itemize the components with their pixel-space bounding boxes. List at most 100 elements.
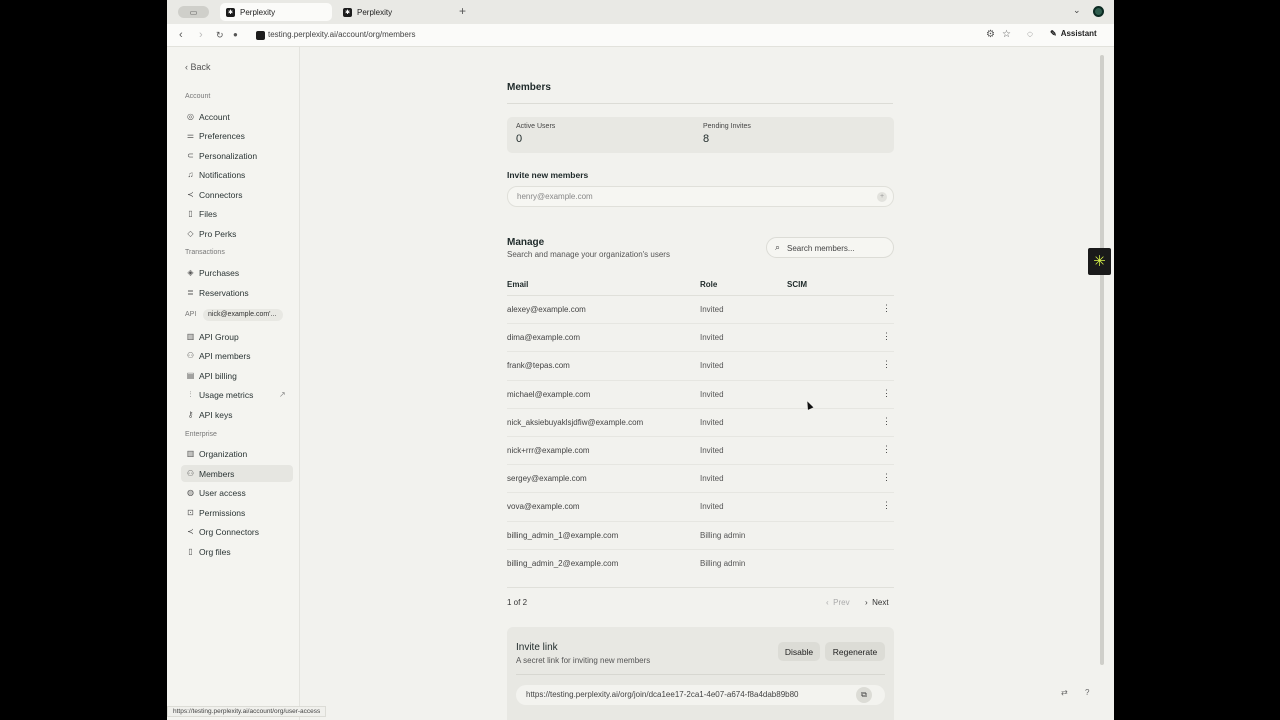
members-page: Members Active Users 0 Pending Invites 8…: [507, 47, 894, 720]
table-row: nick+rrr@example.com Invited ⋮: [507, 437, 894, 466]
perplexity-sparkle-icon[interactable]: ✳: [1088, 248, 1111, 275]
more-options-icon[interactable]: ⋮: [882, 472, 891, 483]
new-tab-icon[interactable]: +: [459, 4, 466, 18]
sidebar-item-permissions[interactable]: ⊡ Permissions: [181, 504, 293, 521]
section-label-transactions: Transactions: [185, 249, 225, 256]
page-title: Members: [507, 82, 551, 93]
invite-link-card: Invite link A secret link for inviting n…: [507, 627, 894, 720]
sidebar-item-pro-perks[interactable]: ◇ Pro Perks: [181, 225, 293, 242]
sidebar-item-connectors[interactable]: ≺ Connectors: [181, 186, 293, 203]
regenerate-button[interactable]: Regenerate: [825, 642, 885, 661]
sidebar-item-personalization[interactable]: ⊂ Personalization: [181, 147, 293, 164]
more-options-icon[interactable]: ⋮: [882, 303, 891, 314]
sidebar-item-reservations[interactable]: ≣ Reservations: [181, 284, 293, 301]
section-label-account: Account: [185, 93, 211, 100]
more-options-icon[interactable]: ⋮: [882, 331, 891, 342]
prev-label: Prev: [833, 598, 850, 607]
sidebar-item-org-files[interactable]: ▯ Org files: [181, 543, 293, 560]
sidebar-item-label: API keys: [199, 409, 233, 420]
site-info-icon[interactable]: [256, 31, 265, 40]
sidebar-item-api-group[interactable]: ▥ API Group: [181, 328, 293, 345]
table-row: sergey@example.com Invited ⋮: [507, 465, 894, 494]
page-indicator: 1 of 2: [507, 598, 528, 607]
members-table: alexey@example.com Invited ⋮ dima@example.…: [507, 296, 894, 578]
perplexity-favicon-icon: ✱: [226, 7, 235, 17]
chevron-down-icon[interactable]: ⌄: [1073, 5, 1081, 16]
table-row: alexey@example.com Invited ⋮: [507, 296, 894, 325]
tab-perplexity-active[interactable]: ✱ Perplexity: [220, 3, 332, 21]
sidebar-item-api-members[interactable]: ⚇ API members: [181, 347, 293, 364]
invite-link-subtitle: A secret link for inviting new members: [516, 656, 651, 665]
sidebar-item-api-billing[interactable]: ▤ API billing: [181, 367, 293, 384]
assistant-label: Assistant: [1060, 29, 1097, 38]
sliders-icon: ⚌: [186, 131, 195, 140]
tab-label: Perplexity: [240, 7, 276, 17]
tab-perplexity[interactable]: ✱ Perplexity: [337, 3, 447, 21]
more-options-icon[interactable]: ⋮: [882, 359, 891, 370]
sidebar-item-preferences[interactable]: ⚌ Preferences: [181, 127, 293, 144]
sidebar-item-account[interactable]: ◎ Account: [181, 108, 293, 125]
sidebar-item-purchases[interactable]: ◈ Purchases: [181, 264, 293, 281]
chevron-left-icon: ‹: [826, 598, 829, 607]
assistant-icon: ✎: [1050, 29, 1057, 38]
scrollbar[interactable]: [1100, 55, 1104, 665]
sidebar-item-label: Reservations: [199, 287, 249, 298]
invite-link-field[interactable]: https://testing.perplexity.ai/org/join/d…: [516, 685, 885, 705]
next-page-button[interactable]: › Next: [865, 598, 889, 607]
table-row: billing_admin_2@example.com Billing admin: [507, 550, 894, 578]
sidebar-item-label: API Group: [199, 331, 239, 342]
sidebar-item-user-access[interactable]: ◍ User access: [181, 484, 293, 501]
tune-icon[interactable]: ⚙: [986, 29, 995, 40]
reload-icon[interactable]: ↻: [216, 29, 224, 41]
chart-icon: ⫶: [189, 389, 192, 399]
microphone-icon[interactable]: ●: [233, 29, 238, 41]
sidebar-item-files[interactable]: ▯ Files: [181, 205, 293, 222]
sidebar-item-api-keys[interactable]: ⚷ API keys: [181, 406, 293, 423]
member-email: billing_admin_2@example.com: [507, 558, 619, 568]
star-icon[interactable]: ☆: [1002, 29, 1011, 40]
member-email: sergey@example.com: [507, 474, 587, 484]
more-options-icon[interactable]: ⋮: [882, 388, 891, 399]
address-bar[interactable]: testing.perplexity.ai/account/org/member…: [268, 30, 415, 39]
assistant-button[interactable]: ✎ Assistant: [1050, 29, 1097, 38]
disable-button[interactable]: Disable: [778, 642, 820, 661]
member-role: Invited: [700, 445, 724, 455]
more-options-icon[interactable]: ⋮: [882, 500, 891, 511]
forward-arrow-icon[interactable]: ›: [199, 29, 203, 41]
copy-link-icon[interactable]: ⧉: [856, 687, 872, 703]
settings-sidebar: ‹ Back Account ◎ Account ⚌ Preferences ⊂ Pe…: [167, 47, 300, 720]
sidebar-item-label: Permissions: [199, 507, 246, 518]
more-options-icon[interactable]: ⋮: [882, 416, 891, 427]
sidebar-item-notifications[interactable]: ♫ Notifications: [181, 166, 293, 183]
member-stats-card: Active Users 0 Pending Invites 8: [507, 117, 894, 153]
sidebar-item-label: Personalization: [199, 150, 258, 161]
invite-email-input[interactable]: [507, 186, 894, 207]
invite-submit-icon[interactable]: +: [877, 192, 887, 202]
back-arrow-icon[interactable]: ‹: [179, 29, 183, 41]
member-role: Invited: [700, 305, 724, 314]
sidebar-item-label: Usage metrics: [199, 389, 254, 400]
sidebar-item-organization[interactable]: ▥ Organization: [181, 445, 293, 462]
sidebar-toggle-icon[interactable]: ▭: [178, 6, 209, 18]
help-icon[interactable]: ?: [1085, 688, 1089, 697]
sidebar-item-label: Org files: [199, 546, 231, 557]
member-search[interactable]: ⌕: [766, 237, 894, 258]
api-account-selector[interactable]: nick@example.com'...: [203, 309, 283, 321]
file-icon: ▯: [188, 209, 193, 218]
browser-window: ▭ ✱ Perplexity ✱ Perplexity + ⌄ ‹ › ↻ ● …: [167, 0, 1114, 720]
sidebar-item-members[interactable]: ⚇ Members: [181, 465, 293, 482]
extensions-icon[interactable]: ◌: [1027, 29, 1033, 40]
translate-icon[interactable]: ⇄: [1061, 688, 1068, 697]
chevron-right-icon: ›: [865, 598, 868, 607]
sidebar-item-usage-metrics[interactable]: ⫶ Usage metrics: [181, 386, 293, 403]
sidebar-item-org-connectors[interactable]: ≺ Org Connectors: [181, 523, 293, 540]
browser-toolbar: ‹ › ↻ ● testing.perplexity.ai/account/or…: [167, 24, 1114, 47]
member-email: nick+rrr@example.com: [507, 445, 590, 455]
profile-avatar[interactable]: [1093, 6, 1104, 17]
search-input[interactable]: [787, 241, 887, 255]
member-email: vova@example.com: [507, 502, 580, 512]
more-options-icon[interactable]: ⋮: [882, 444, 891, 455]
back-link[interactable]: ‹ Back: [185, 62, 211, 72]
sidebar-item-label: User access: [199, 487, 246, 498]
prev-page-button[interactable]: ‹ Prev: [826, 598, 850, 607]
